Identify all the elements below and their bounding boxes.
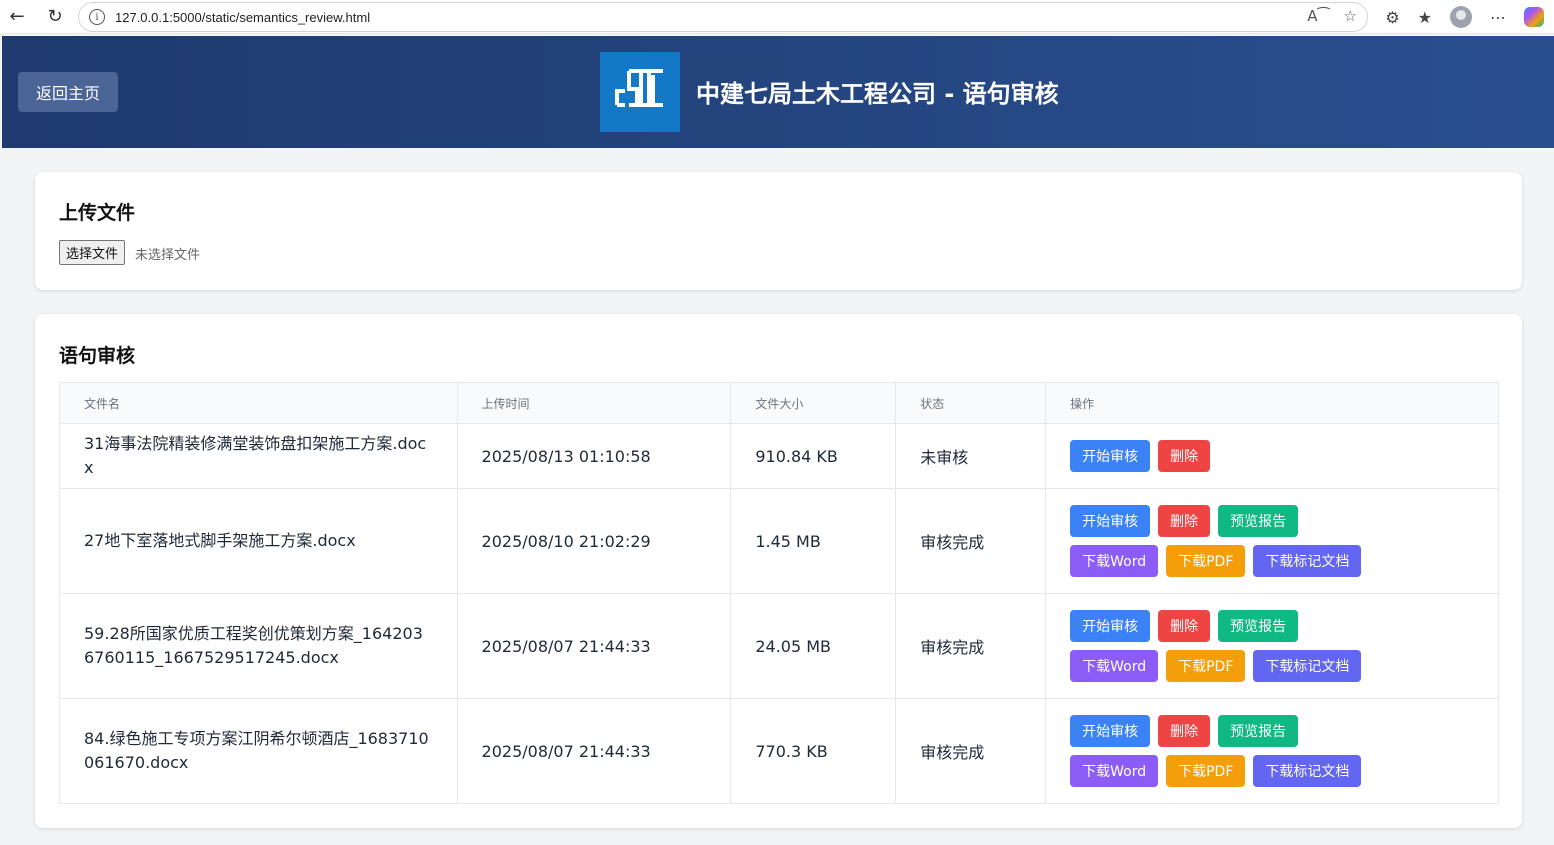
file-name: 31海事法院精装修满堂装饰盘扣架施工方案.docx bbox=[59, 423, 458, 489]
table-row: 84.绿色施工专项方案江阴希尔顿酒店_1683710061670.docx 20… bbox=[59, 698, 1499, 804]
actions-cell: 开始审核 删除 预览报告 下载Word 下载PDF 下载标记文档 bbox=[1045, 488, 1499, 594]
file-size: 1.45 MB bbox=[730, 488, 897, 594]
download-marked-doc-button[interactable]: 下载标记文档 bbox=[1253, 755, 1362, 787]
status-text: 审核完成 bbox=[895, 488, 1047, 594]
url-text: 127.0.0.1:5000/static/semantics_review.h… bbox=[115, 9, 371, 25]
upload-card: 上传文件 选择文件 未选择文件 bbox=[35, 172, 1522, 290]
download-marked-doc-button[interactable]: 下载标记文档 bbox=[1253, 650, 1362, 682]
reload-icon[interactable]: ↻ bbox=[38, 0, 72, 34]
preview-report-button[interactable]: 预览报告 bbox=[1218, 715, 1299, 747]
file-size: 770.3 KB bbox=[730, 698, 897, 804]
upload-heading: 上传文件 bbox=[59, 202, 136, 224]
site-info-icon[interactable]: i bbox=[89, 9, 105, 25]
status-text: 未审核 bbox=[895, 423, 1047, 489]
copilot-icon[interactable] bbox=[1524, 7, 1544, 27]
browser-toolbar: ← ↻ i 127.0.0.1:5000/static/semantics_re… bbox=[0, 0, 1554, 34]
column-header-filename: 文件名 bbox=[59, 382, 458, 424]
start-review-button[interactable]: 开始审核 bbox=[1070, 440, 1151, 472]
page-title: 中建七局土木工程公司 - 语句审核 bbox=[696, 80, 1059, 108]
favorites-icon[interactable]: ★ bbox=[1418, 8, 1432, 27]
actions-cell: 开始审核 删除 bbox=[1045, 423, 1499, 489]
delete-button[interactable]: 删除 bbox=[1158, 505, 1211, 537]
upload-time: 2025/08/07 21:44:33 bbox=[456, 698, 732, 804]
column-header-actions: 操作 bbox=[1045, 382, 1499, 424]
file-size: 24.05 MB bbox=[730, 593, 897, 699]
status-text: 审核完成 bbox=[895, 698, 1047, 804]
back-home-button[interactable]: 返回主页 bbox=[18, 72, 118, 112]
download-pdf-button[interactable]: 下载PDF bbox=[1166, 545, 1246, 577]
table-row: 31海事法院精装修满堂装饰盘扣架施工方案.docx 2025/08/13 01:… bbox=[59, 423, 1499, 489]
start-review-button[interactable]: 开始审核 bbox=[1070, 715, 1151, 747]
table-header-row: 文件名 上传时间 文件大小 状态 操作 bbox=[59, 382, 1499, 424]
download-marked-doc-button[interactable]: 下载标记文档 bbox=[1253, 545, 1362, 577]
column-header-file-size: 文件大小 bbox=[730, 382, 897, 424]
table-row: 27地下室落地式脚手架施工方案.docx 2025/08/10 21:02:29… bbox=[59, 488, 1499, 594]
status-text: 审核完成 bbox=[895, 593, 1047, 699]
table-row: 59.28所国家优质工程奖创优策划方案_1642036760115_166752… bbox=[59, 593, 1499, 699]
no-file-label: 未选择文件 bbox=[135, 248, 201, 263]
download-word-button[interactable]: 下载Word bbox=[1070, 755, 1159, 787]
start-review-button[interactable]: 开始审核 bbox=[1070, 505, 1151, 537]
download-pdf-button[interactable]: 下载PDF bbox=[1166, 755, 1246, 787]
actions-cell: 开始审核 删除 预览报告 下载Word 下载PDF 下载标记文档 bbox=[1045, 593, 1499, 699]
file-name: 27地下室落地式脚手架施工方案.docx bbox=[59, 488, 458, 594]
choose-file-button[interactable]: 选择文件 bbox=[59, 240, 126, 265]
preview-report-button[interactable]: 预览报告 bbox=[1218, 505, 1299, 537]
preview-report-button[interactable]: 预览报告 bbox=[1218, 610, 1299, 642]
favorite-star-icon[interactable]: ☆ bbox=[1344, 7, 1357, 25]
read-aloud-icon[interactable]: A⁀ bbox=[1307, 7, 1329, 25]
address-bar[interactable]: i 127.0.0.1:5000/static/semantics_review… bbox=[78, 2, 1368, 32]
upload-time: 2025/08/10 21:02:29 bbox=[456, 488, 732, 594]
file-name: 59.28所国家优质工程奖创优策划方案_1642036760115_166752… bbox=[59, 593, 458, 699]
download-word-button[interactable]: 下载Word bbox=[1070, 545, 1159, 577]
back-arrow-icon[interactable]: ← bbox=[0, 0, 34, 34]
review-card: 语句审核 文件名 上传时间 文件大小 状态 操作 31海事法院精装修满堂装饰盘扣… bbox=[35, 314, 1522, 828]
more-menu-icon[interactable]: ⋯ bbox=[1490, 8, 1506, 27]
start-review-button[interactable]: 开始审核 bbox=[1070, 610, 1151, 642]
file-size: 910.84 KB bbox=[730, 423, 897, 489]
actions-cell: 开始审核 删除 预览报告 下载Word 下载PDF 下载标记文档 bbox=[1045, 698, 1499, 804]
cscec-logo bbox=[600, 52, 680, 132]
upload-time: 2025/08/13 01:10:58 bbox=[456, 423, 732, 489]
files-table: 文件名 上传时间 文件大小 状态 操作 31海事法院精装修满堂装饰盘扣架施工方案… bbox=[59, 382, 1499, 804]
delete-button[interactable]: 删除 bbox=[1158, 715, 1211, 747]
column-header-upload-time: 上传时间 bbox=[456, 382, 732, 424]
page-header: 返回主页 中建七局土木工程公司 - 语句审核 bbox=[2, 36, 1554, 148]
review-heading: 语句审核 bbox=[59, 345, 136, 367]
download-word-button[interactable]: 下载Word bbox=[1070, 650, 1159, 682]
delete-button[interactable]: 删除 bbox=[1158, 610, 1211, 642]
download-pdf-button[interactable]: 下载PDF bbox=[1166, 650, 1246, 682]
column-header-status: 状态 bbox=[895, 382, 1047, 424]
upload-time: 2025/08/07 21:44:33 bbox=[456, 593, 732, 699]
profile-avatar[interactable] bbox=[1450, 6, 1472, 28]
extensions-icon[interactable]: ⚙ bbox=[1385, 8, 1399, 27]
file-name: 84.绿色施工专项方案江阴希尔顿酒店_1683710061670.docx bbox=[59, 698, 458, 804]
delete-button[interactable]: 删除 bbox=[1158, 440, 1211, 472]
